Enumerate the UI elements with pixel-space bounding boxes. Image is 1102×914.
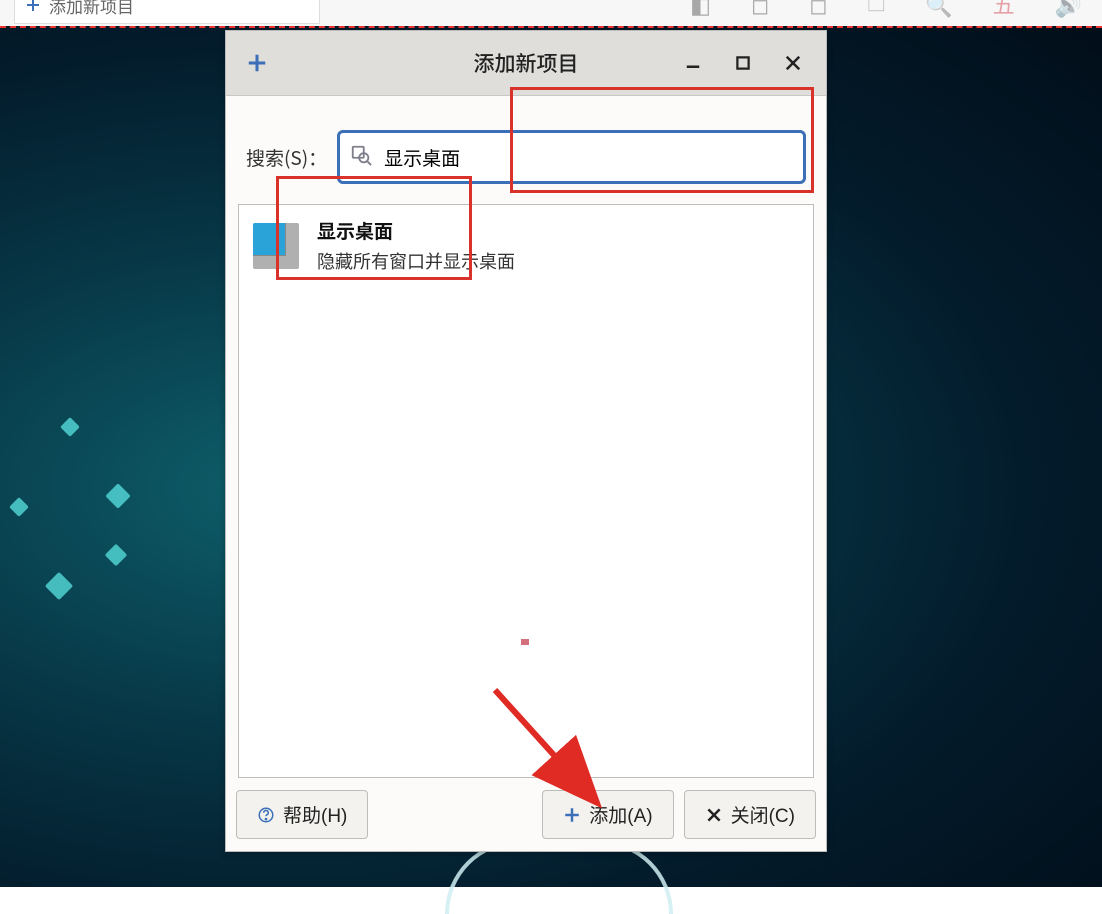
plus-icon	[25, 0, 41, 13]
search-label: 搜索(S)：	[246, 144, 327, 171]
tray-icon[interactable]: 五	[993, 0, 1015, 20]
taskbar-entry-label: 添加新项目	[49, 0, 134, 18]
plus-icon	[246, 52, 268, 74]
close-button[interactable]	[782, 52, 804, 74]
dialog-titlebar[interactable]: 添加新项目	[226, 31, 826, 96]
annotation-dashed-line	[0, 26, 1102, 28]
search-icon	[350, 144, 372, 171]
tray-icon[interactable]: ◧	[690, 0, 711, 20]
tray-icon[interactable]: ◻	[809, 0, 827, 20]
help-button[interactable]: 帮助(H)	[236, 790, 368, 839]
tray-icon[interactable]: 🔊	[1055, 0, 1082, 20]
taskbar-entry-add-item[interactable]: 添加新项目	[14, 0, 320, 24]
tray-icon[interactable]: ◻	[751, 0, 769, 20]
results-list[interactable]: 显示桌面 隐藏所有窗口并显示桌面	[238, 204, 814, 778]
add-item-dialog: 添加新项目 搜索(S)： 显示桌面 隐藏所有窗口并显示桌	[225, 30, 827, 852]
help-button-label: 帮助(H)	[283, 801, 347, 828]
add-button[interactable]: 添加(A)	[542, 790, 673, 839]
close-dialog-button[interactable]: 关闭(C)	[684, 790, 816, 839]
close-button-label: 关闭(C)	[731, 801, 795, 828]
result-item-show-desktop[interactable]: 显示桌面 隐藏所有窗口并显示桌面	[239, 205, 813, 286]
maximize-button[interactable]	[732, 52, 754, 74]
system-tray: ◧ ◻ ◻ 🗋 🔍 五 🔊	[690, 0, 1082, 22]
search-box[interactable]	[337, 130, 806, 184]
result-description: 隐藏所有窗口并显示桌面	[317, 248, 515, 274]
top-taskbar: 添加新项目 ◧ ◻ ◻ 🗋 🔍 五 🔊	[0, 0, 1102, 26]
search-row: 搜索(S)：	[226, 96, 826, 194]
dialog-button-bar: 帮助(H) 添加(A) 关闭(C)	[226, 778, 826, 851]
annotation-dot	[521, 639, 529, 645]
tray-icon[interactable]: 🔍	[925, 0, 952, 20]
tray-icon[interactable]: 🗋	[867, 0, 885, 24]
show-desktop-icon	[253, 223, 299, 269]
search-input[interactable]	[382, 143, 793, 172]
result-title: 显示桌面	[317, 217, 515, 244]
add-button-label: 添加(A)	[589, 801, 652, 828]
minimize-button[interactable]	[682, 52, 704, 74]
